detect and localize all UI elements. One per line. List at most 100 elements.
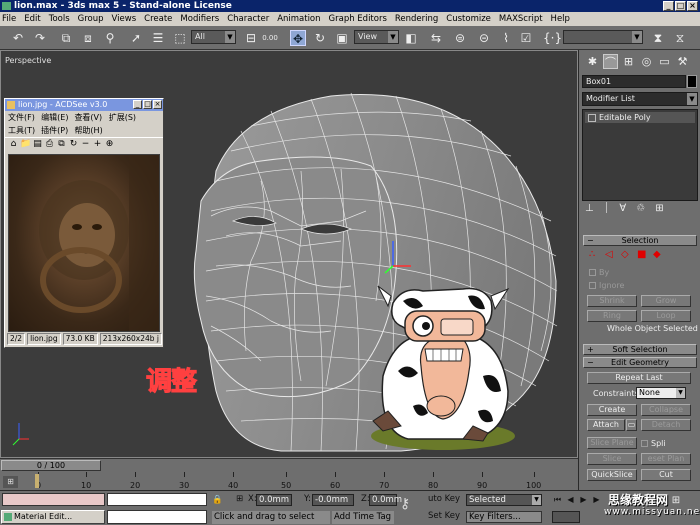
menu-edit[interactable]: Edit [24, 14, 40, 24]
menu-create[interactable]: Create [144, 14, 172, 24]
key-filters-button[interactable]: Key Filters... [466, 511, 542, 523]
y-coordinate-field[interactable]: -0.0mm [312, 494, 354, 506]
print-icon[interactable]: ⎙ [44, 139, 55, 150]
stack-item-editable-poly[interactable]: Editable Poly [585, 112, 695, 123]
acdsee-menu-extend[interactable]: 扩展(S) [109, 112, 136, 124]
shrink-button[interactable]: Shrink [587, 295, 637, 307]
set-key-button[interactable]: Set Key [428, 511, 460, 521]
selection-filter-dropdown[interactable]: All ▼ [191, 30, 236, 44]
remove-modifier-icon[interactable]: ♲ [636, 203, 645, 214]
open-folder-icon[interactable]: 📁 [20, 139, 31, 150]
split-checkbox[interactable]: Spli [641, 439, 666, 448]
display-tab-icon[interactable]: ▭ [657, 54, 672, 69]
attach-button[interactable]: Attach [587, 419, 625, 431]
render-scene-icon[interactable]: ⧗ [650, 30, 666, 46]
z-coordinate-field[interactable]: 0.0mm [369, 494, 402, 506]
pin-stack-icon[interactable]: ⊥ [585, 203, 594, 214]
vertex-icon[interactable]: ∴ [589, 250, 599, 260]
unlink-icon[interactable]: ⧈ [80, 30, 96, 46]
next-frame-icon[interactable]: ▶ [591, 494, 602, 505]
acdsee-title-bar[interactable]: lion.jpg - ACDSee v3.0 _ □ × [5, 99, 163, 111]
collapse-button[interactable]: Collapse [641, 404, 691, 416]
scale-icon[interactable]: ▣ [334, 30, 350, 46]
schematic-view-icon[interactable]: ☑ [518, 30, 534, 46]
show-end-result-icon[interactable]: ⏐ [604, 203, 610, 214]
ignore-backfacing-checkbox[interactable]: Ignore [589, 281, 624, 290]
element-icon[interactable]: ◆ [653, 250, 663, 260]
play-icon[interactable]: ▶ [578, 494, 589, 505]
transform-type-icon[interactable]: ⊞ [236, 494, 243, 504]
maximize-button[interactable]: □ [675, 1, 686, 11]
rotate-icon[interactable]: ↻ [312, 30, 328, 46]
bind-space-warp-icon[interactable]: ⚲ [102, 30, 118, 46]
material-editor-taskbar-item[interactable]: Material Edit... [1, 510, 105, 524]
move-icon[interactable]: ✥ [290, 30, 306, 46]
lock-selection-icon[interactable]: 🔒 [212, 495, 223, 505]
key-icon[interactable]: ⚷ [400, 496, 410, 512]
by-vertex-checkbox[interactable]: By [589, 268, 609, 277]
menu-rendering[interactable]: Rendering [395, 14, 438, 24]
configure-sets-icon[interactable]: ⊞ [655, 203, 663, 214]
acdsee-minimize-button[interactable]: _ [133, 100, 142, 109]
modifier-stack[interactable]: Editable Poly [582, 109, 698, 201]
acdsee-maximize-button[interactable]: □ [143, 100, 152, 109]
acdsee-window[interactable]: lion.jpg - ACDSee v3.0 _ □ × 文件(F) 编辑(E)… [4, 98, 164, 348]
refresh-icon[interactable]: ↻ [68, 139, 79, 150]
zoom-fit-icon[interactable]: ⊕ [104, 139, 115, 150]
perspective-viewport[interactable]: Perspective 调整 lion.jpg - ACDSee v3.0 _ … [0, 50, 578, 458]
goto-start-icon[interactable]: ⏮ [552, 494, 563, 505]
modify-tab-icon[interactable]: ⌒ [603, 54, 618, 69]
repeat-last-button[interactable]: Repeat Last [587, 372, 691, 384]
curve-editor-icon[interactable]: ⌇ [498, 30, 514, 46]
align-icon[interactable]: ⊜ [452, 30, 468, 46]
save-icon[interactable]: ▤ [32, 139, 43, 150]
close-button[interactable]: × [687, 1, 698, 11]
menu-help[interactable]: Help [551, 14, 570, 24]
copy-icon[interactable]: ⧉ [56, 139, 67, 150]
zoom-out-icon[interactable]: − [80, 139, 91, 150]
named-selection-dropdown[interactable]: ▼ [563, 30, 643, 44]
auto-key-button[interactable]: uto Key [428, 494, 460, 504]
acdsee-menu-file[interactable]: 文件(F) [8, 112, 35, 124]
grow-button[interactable]: Grow [641, 295, 691, 307]
menu-graph-editors[interactable]: Graph Editors [329, 14, 387, 24]
menu-file[interactable]: File [2, 14, 16, 24]
menu-animation[interactable]: Animation [277, 14, 320, 24]
zoom-in-icon[interactable]: + [92, 139, 103, 150]
soft-selection-rollout-header[interactable]: + Soft Selection [583, 344, 697, 355]
menu-modifiers[interactable]: Modifiers [180, 14, 219, 24]
edge-icon[interactable]: ◁ [605, 250, 615, 260]
undo-icon[interactable]: ↶ [10, 30, 26, 46]
acdsee-menu-plugins[interactable]: 插件(P) [41, 125, 68, 137]
object-color-swatch[interactable] [687, 75, 697, 88]
rect-selection-icon[interactable]: ⬚ [172, 30, 188, 46]
acdsee-menu-view[interactable]: 查看(V) [74, 112, 102, 124]
mirror-icon[interactable]: ⇆ [428, 30, 444, 46]
x-coordinate-field[interactable]: 0.0mm [256, 494, 292, 506]
border-icon[interactable]: ◇ [621, 250, 631, 260]
current-frame-field[interactable] [552, 511, 580, 523]
menu-tools[interactable]: Tools [49, 14, 70, 24]
prompt-line-field[interactable] [107, 510, 207, 524]
acdsee-close-button[interactable]: × [153, 100, 162, 109]
zoom-extents-all-icon[interactable]: ⊞ [668, 494, 684, 507]
minimize-button[interactable]: _ [663, 1, 674, 11]
constraints-dropdown[interactable]: None ▼ [636, 387, 686, 399]
acdsee-menu-help[interactable]: 帮助(H) [74, 125, 102, 137]
reference-coord-dropdown[interactable]: View ▼ [354, 30, 399, 44]
normal-align-icon[interactable]: ⊝ [476, 30, 492, 46]
angle-snap-icon[interactable]: 0.00 [262, 30, 278, 46]
reset-plane-button[interactable]: eset Plan [641, 453, 691, 465]
link-icon[interactable]: ⧉ [58, 30, 74, 46]
menu-maxscript[interactable]: MAXScript [499, 14, 543, 24]
hierarchy-tab-icon[interactable]: ⊞ [621, 54, 636, 69]
menu-customize[interactable]: Customize [446, 14, 491, 24]
time-slider-thumb[interactable]: 0 / 100 [1, 460, 101, 471]
quickslice-button[interactable]: QuickSlice [587, 469, 637, 481]
modifier-list-dropdown[interactable]: Modifier List ▼ [582, 92, 698, 106]
attach-settings-button[interactable]: ▭ [626, 419, 637, 431]
acdsee-menu-tools[interactable]: 工具(T) [8, 125, 35, 137]
track-bar[interactable]: 0 10 20 30 40 50 60 70 80 90 100 [0, 472, 578, 490]
select-by-name-icon[interactable]: ☰ [150, 30, 166, 46]
ring-button[interactable]: Ring [587, 310, 637, 322]
